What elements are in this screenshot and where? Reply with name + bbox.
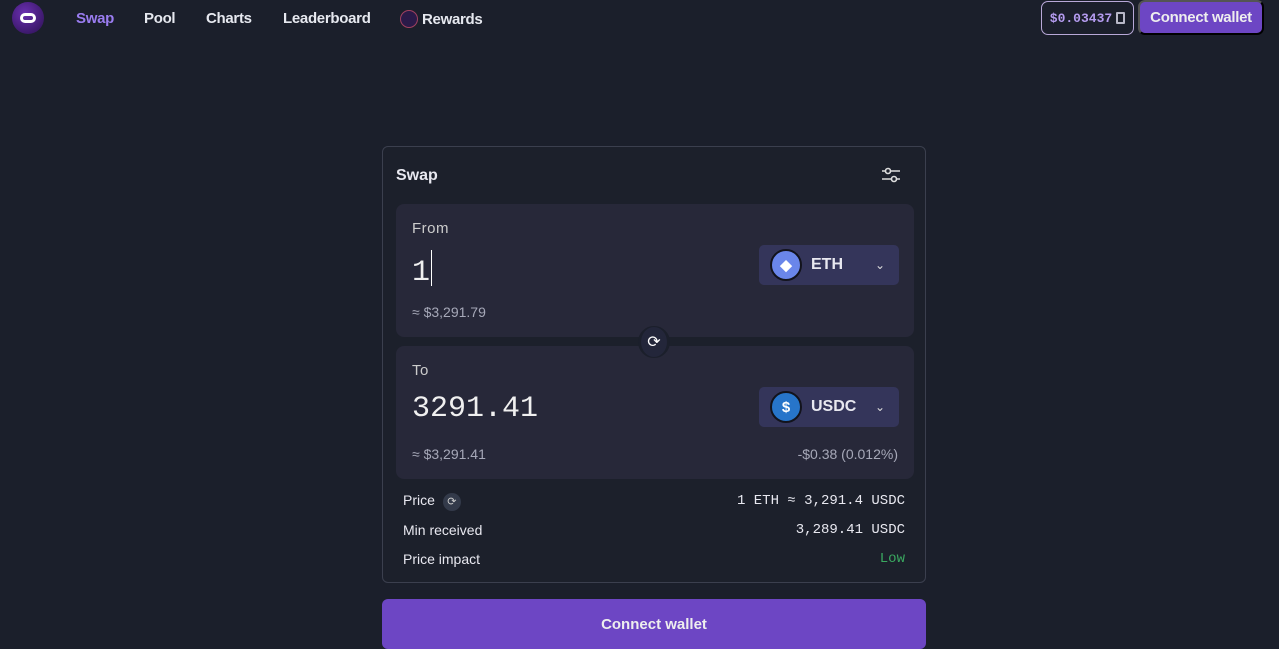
swap-card: Swap From 1 ≈ $3,291.79 ◆ ETH ⌄ ⟳ To 329…	[382, 146, 926, 583]
to-token-name: USDC	[811, 398, 857, 415]
from-amount-value: 1	[412, 256, 431, 290]
nav-swap[interactable]: Swap	[76, 10, 114, 27]
chevron-down-icon: ⌄	[875, 258, 886, 272]
min-received-label: Min received	[403, 522, 483, 538]
nav-rewards-label: Rewards	[422, 11, 483, 28]
refresh-price-icon[interactable]: ⟳	[442, 492, 461, 511]
settings-sliders-icon[interactable]	[881, 166, 901, 184]
price-impact-label: Price impact	[403, 551, 481, 567]
to-panel: To 3291.41 ≈ $3,291.41 -$0.38 (0.012%) $…	[396, 346, 914, 479]
to-amount-input[interactable]: 3291.41	[412, 392, 538, 426]
rewards-icon	[400, 10, 418, 28]
to-usd-value: ≈ $3,291.41	[412, 446, 486, 462]
min-received-row: Min received 3,289.41 USDC	[403, 522, 905, 538]
swap-title: Swap	[396, 167, 438, 184]
app-logo[interactable]	[12, 2, 44, 34]
from-label: From	[412, 220, 449, 237]
connect-wallet-button[interactable]: Connect wallet	[1138, 0, 1264, 35]
nav-charts[interactable]: Charts	[206, 10, 252, 27]
to-token-select[interactable]: $ USDC ⌄	[759, 387, 899, 427]
from-token-name: ETH	[811, 256, 843, 273]
min-received-value: 3,289.41 USDC	[795, 522, 905, 538]
to-label: To	[412, 362, 429, 379]
from-panel: From 1 ≈ $3,291.79 ◆ ETH ⌄	[396, 204, 914, 337]
nav-leaderboard[interactable]: Leaderboard	[283, 10, 371, 27]
price-impact-value: Low	[879, 551, 905, 567]
gas-price-badge[interactable]: $0.03437	[1041, 1, 1134, 35]
price-row: Price ⟳ 1 ETH ≈ 3,291.4 USDC	[403, 492, 905, 511]
from-amount-input[interactable]: 1	[412, 250, 433, 290]
chevron-down-icon: ⌄	[875, 400, 886, 414]
eth-icon: ◆	[770, 249, 802, 281]
gas-price-value: $0.03437	[1049, 10, 1113, 26]
from-token-select[interactable]: ◆ ETH ⌄	[759, 245, 899, 285]
price-impact-row: Price impact Low	[403, 551, 905, 567]
gas-pump-icon	[1116, 12, 1126, 24]
usdc-icon: $	[770, 391, 802, 423]
price-label: Price	[403, 492, 435, 508]
price-value: 1 ETH ≈ 3,291.4 USDC	[736, 493, 905, 510]
swap-arrows-icon: ⟳	[641, 327, 667, 357]
nav-pool[interactable]: Pool	[144, 10, 176, 27]
from-usd-value: ≈ $3,291.79	[412, 304, 486, 320]
flip-tokens-button[interactable]: ⟳	[638, 326, 670, 358]
to-usd-diff: -$0.38 (0.012%)	[797, 446, 898, 462]
nav-rewards[interactable]: Rewards	[400, 10, 483, 28]
top-nav: Swap Pool Charts Leaderboard Rewards $0.…	[0, 0, 1279, 38]
